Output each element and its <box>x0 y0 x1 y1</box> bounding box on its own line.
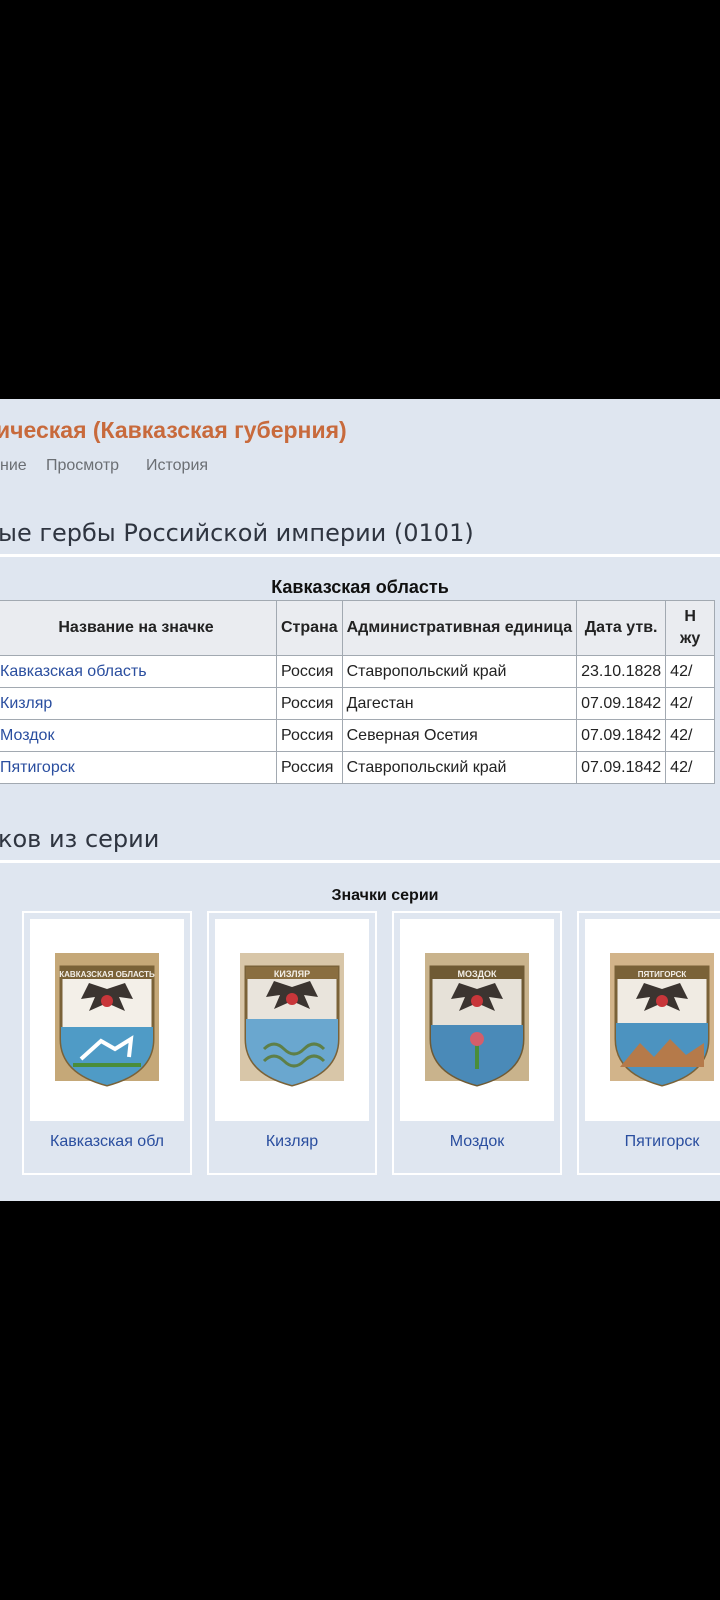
badge-image-caucasus[interactable]: КАВКАЗСКАЯ ОБЛАСТЬ <box>30 919 184 1121</box>
badge-image-pyatigorsk[interactable]: ПЯТИГОРСК <box>585 919 720 1121</box>
coat-of-arms-icon: МОЗДОК <box>425 953 529 1087</box>
link-kizlyar[interactable]: Кизляр <box>0 695 52 712</box>
table-cell-country: Россия <box>276 687 343 720</box>
badge-image-mozdok[interactable]: МОЗДОК <box>400 919 554 1121</box>
table-cell-unit: Дагестан <box>341 687 578 720</box>
gallery-caption[interactable]: Моздок <box>394 1133 560 1151</box>
col-header-name: Название на значке <box>0 600 277 656</box>
table-cell-extra: 42/ <box>665 687 716 720</box>
table-cell-name: Кавказская область <box>0 655 277 688</box>
coat-of-arms-icon: ПЯТИГОРСК <box>610 953 714 1087</box>
table-cell-country: Россия <box>276 719 343 752</box>
tab-edit[interactable]: ние <box>0 457 27 475</box>
badge-label: КИЗЛЯР <box>274 969 310 979</box>
col-header-country: Страна <box>276 600 343 656</box>
table-row: Моздок Россия Северная Осетия 07.09.1842… <box>0 719 716 752</box>
gallery-card[interactable]: КАВКАЗСКАЯ ОБЛАСТЬ Кавказская обл <box>22 911 192 1175</box>
tab-view[interactable]: Просмотр <box>46 457 119 475</box>
wiki-page: ическая (Кавказская губерния) ние Просмо… <box>0 399 720 1201</box>
section-heading-coats: ые гербы Российской империи (0101) <box>0 519 474 547</box>
link-mozdok[interactable]: Моздок <box>0 727 54 744</box>
badge-image-kizlyar[interactable]: КИЗЛЯР <box>215 919 369 1121</box>
badge-label: ПЯТИГОРСК <box>638 970 687 979</box>
table-cell-name: Моздок <box>0 719 277 752</box>
table-header-row: Название на значке Страна Административн… <box>0 600 716 656</box>
link-pyatigorsk[interactable]: Пятигорск <box>0 759 75 776</box>
gallery-card[interactable]: МОЗДОК Моздок <box>392 911 562 1175</box>
link-caucasus-oblast[interactable]: Кавказская область <box>0 663 147 680</box>
table-cell-country: Россия <box>276 751 343 784</box>
gallery-card[interactable]: ПЯТИГОРСК Пятигорск <box>577 911 720 1175</box>
page-title: ическая (Кавказская губерния) <box>0 417 347 443</box>
table-cell-unit: Ставропольский край <box>341 751 578 784</box>
table-cell-unit: Ставропольский край <box>341 655 578 688</box>
gallery-card[interactable]: КИЗЛЯР Кизляр <box>207 911 377 1175</box>
coat-of-arms-icon: КАВКАЗСКАЯ ОБЛАСТЬ <box>55 953 159 1087</box>
gallery-caption[interactable]: Пятигорск <box>579 1133 720 1151</box>
table-cell-extra: 42/ <box>665 655 716 688</box>
table-cell-name: Кизляр <box>0 687 277 720</box>
tab-history[interactable]: История <box>146 457 208 475</box>
table-caption: Кавказская область <box>271 577 449 597</box>
table-row: Кавказская область Россия Ставропольский… <box>0 655 716 688</box>
col-header-unit: Административная единица <box>341 600 578 656</box>
table-cell-date: 23.10.1828 <box>576 655 667 688</box>
table-row: Пятигорск Россия Ставропольский край 07.… <box>0 751 716 784</box>
section-divider <box>0 860 720 863</box>
table-row: Кизляр Россия Дагестан 07.09.1842 42/ <box>0 687 716 720</box>
gallery-caption[interactable]: Кизляр <box>209 1133 375 1151</box>
badge-label: КАВКАЗСКАЯ ОБЛАСТЬ <box>59 970 155 979</box>
table-cell-unit: Северная Осетия <box>341 719 578 752</box>
table-cell-extra: 42/ <box>665 751 716 784</box>
table-cell-name: Пятигорск <box>0 751 277 784</box>
table-cell-extra: 42/ <box>665 719 716 752</box>
gallery-caption[interactable]: Кавказская обл <box>24 1133 190 1151</box>
section-heading-badges: ков из серии <box>0 825 160 853</box>
table-cell-date: 07.09.1842 <box>576 719 667 752</box>
badge-label: МОЗДОК <box>457 969 497 979</box>
col-header-date: Дата утв. <box>576 600 667 656</box>
coat-of-arms-icon: КИЗЛЯР <box>240 953 344 1087</box>
data-table: Название на значке Страна Административн… <box>0 600 716 784</box>
table-cell-date: 07.09.1842 <box>576 687 667 720</box>
table-cell-country: Россия <box>276 655 343 688</box>
table-cell-date: 07.09.1842 <box>576 751 667 784</box>
gallery-title: Значки серии <box>331 887 439 904</box>
section-divider <box>0 554 720 557</box>
col-header-extra: Н жу <box>665 600 716 656</box>
